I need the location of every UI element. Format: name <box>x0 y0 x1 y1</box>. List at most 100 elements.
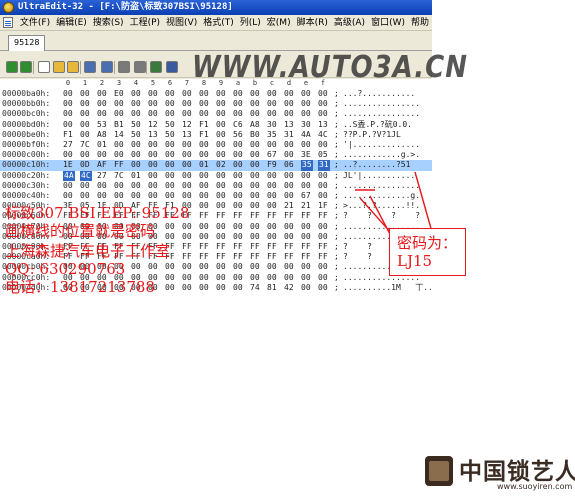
hex-byte[interactable]: 00 <box>199 99 209 109</box>
hex-byte[interactable]: 00 <box>131 262 141 272</box>
hex-byte[interactable]: 00 <box>216 109 226 119</box>
hex-byte[interactable]: FF <box>267 252 277 262</box>
new-file-icon[interactable] <box>38 61 50 73</box>
hex-byte[interactable]: 00 <box>182 150 192 160</box>
hex-byte[interactable]: 13 <box>182 130 192 140</box>
hex-byte[interactable]: 00 <box>131 109 141 119</box>
hex-byte[interactable]: 00 <box>216 222 226 232</box>
hex-byte[interactable]: 00 <box>267 232 277 242</box>
hex-byte[interactable]: 00 <box>182 171 192 181</box>
hex-byte[interactable]: 00 <box>233 89 243 99</box>
menu-item[interactable]: 高级(A) <box>331 16 368 30</box>
open-folder-icon[interactable] <box>67 61 79 73</box>
hex-byte[interactable]: 50 <box>131 130 141 140</box>
hex-byte[interactable]: 00 <box>250 160 260 170</box>
hex-byte[interactable]: 05 <box>318 150 328 160</box>
print-icon[interactable] <box>118 61 130 73</box>
hex-byte[interactable]: 00 <box>250 171 260 181</box>
hex-byte[interactable]: 00 <box>284 181 294 191</box>
hex-byte[interactable]: 74 <box>250 283 260 292</box>
hex-byte[interactable]: FF <box>284 252 294 262</box>
hex-byte[interactable]: 00 <box>318 262 328 272</box>
hex-byte[interactable]: 00 <box>63 181 73 191</box>
hex-byte[interactable]: 00 <box>216 150 226 160</box>
hex-byte[interactable]: 00 <box>216 201 226 211</box>
hex-byte[interactable]: 00 <box>148 140 158 150</box>
hex-byte[interactable]: 00 <box>233 99 243 109</box>
hex-byte[interactable]: 00 <box>267 273 277 283</box>
hex-byte[interactable]: 00 <box>148 262 158 272</box>
hex-byte[interactable]: 00 <box>284 150 294 160</box>
ascii-column[interactable]: ...?........... <box>343 89 415 99</box>
hex-row[interactable]: 00000bf0h: 27 7C 01 00 00 00 00 00 00 00 00 00 00 00 00… <box>0 140 432 150</box>
hex-byte[interactable]: 00 <box>148 181 158 191</box>
hex-byte[interactable]: E0 <box>114 89 124 99</box>
hex-byte[interactable]: 00 <box>148 99 158 109</box>
hex-byte[interactable]: 00 <box>131 160 141 170</box>
hex-row[interactable]: 00000ba0h: 00 00 00 E0 00 00 00 00 00 00 00 00 00 00 00… <box>0 89 432 99</box>
hex-byte[interactable]: 13 <box>318 120 328 130</box>
ascii-column[interactable]: ..S盉.P.?砊0.0. <box>343 120 412 130</box>
hex-view-icon[interactable] <box>150 61 162 73</box>
hex-byte[interactable]: 00 <box>216 262 226 272</box>
spell-check-icon[interactable] <box>166 61 178 73</box>
hex-byte[interactable]: 0D <box>80 160 90 170</box>
hex-byte[interactable]: 00 <box>250 222 260 232</box>
hex-row[interactable]: 00000c10h: 1E 0D AF FF 00 00 00 00 01 02 00 00 F9 06 35… <box>0 160 432 171</box>
hex-byte[interactable]: 00 <box>80 130 90 140</box>
open-folder-icon[interactable] <box>53 61 65 73</box>
hex-byte[interactable]: 00 <box>267 171 277 181</box>
menu-item[interactable]: 脚本(R) <box>294 16 331 30</box>
hex-byte[interactable]: FF <box>233 211 243 221</box>
hex-byte[interactable]: 00 <box>199 140 209 150</box>
hex-byte[interactable]: 00 <box>301 262 311 272</box>
hex-byte[interactable]: 00 <box>216 171 226 181</box>
hex-byte[interactable]: 00 <box>216 130 226 140</box>
hex-byte[interactable]: 00 <box>199 232 209 242</box>
hex-byte[interactable]: 00 <box>233 140 243 150</box>
hex-byte[interactable]: 06 <box>284 160 294 170</box>
hex-byte[interactable]: 00 <box>199 150 209 160</box>
hex-byte[interactable]: 00 <box>284 232 294 242</box>
ascii-column[interactable]: ..........1M 丅...... <box>343 283 432 292</box>
hex-byte[interactable]: 00 <box>318 109 328 119</box>
ascii-column[interactable]: ................ <box>343 99 420 109</box>
hex-byte[interactable]: 00 <box>284 273 294 283</box>
hex-byte[interactable]: FF <box>267 211 277 221</box>
hex-byte[interactable]: 00 <box>216 283 226 292</box>
hex-byte[interactable]: 00 <box>267 262 277 272</box>
hex-byte[interactable]: 00 <box>165 283 175 292</box>
hex-byte[interactable]: 12 <box>148 120 158 130</box>
hex-byte[interactable]: 00 <box>284 262 294 272</box>
hex-byte[interactable]: 00 <box>165 150 175 160</box>
hex-byte[interactable]: FF <box>233 252 243 262</box>
hex-byte[interactable]: 00 <box>165 89 175 99</box>
ascii-column[interactable]: ? ? ? ? <box>343 211 420 221</box>
hex-byte[interactable]: 00 <box>199 283 209 292</box>
hex-byte[interactable]: 00 <box>250 150 260 160</box>
hex-byte[interactable]: 00 <box>114 150 124 160</box>
hex-byte[interactable]: 67 <box>267 150 277 160</box>
hex-byte[interactable]: 00 <box>216 273 226 283</box>
hex-byte[interactable]: FF <box>284 242 294 252</box>
hex-byte[interactable]: 00 <box>233 181 243 191</box>
hex-byte[interactable]: 00 <box>63 120 73 130</box>
hex-byte[interactable]: 00 <box>63 150 73 160</box>
hex-byte[interactable]: FF <box>216 211 226 221</box>
hex-row[interactable]: 00000c40h: 00 00 00 00 00 00 00 00 00 00 00 00 00 00 67… <box>0 191 432 201</box>
hex-byte[interactable]: 00 <box>97 89 107 99</box>
hex-byte[interactable]: 00 <box>284 140 294 150</box>
hex-byte[interactable]: 00 <box>114 140 124 150</box>
hex-byte[interactable]: 00 <box>199 222 209 232</box>
save-icon[interactable] <box>84 61 96 73</box>
hex-byte[interactable]: 00 <box>284 191 294 201</box>
hex-byte[interactable]: 35 <box>267 130 277 140</box>
hex-byte[interactable]: 00 <box>182 191 192 201</box>
hex-byte[interactable]: 00 <box>114 181 124 191</box>
hex-byte[interactable]: 00 <box>250 109 260 119</box>
menu-item[interactable]: 窗口(W) <box>368 16 408 30</box>
hex-byte[interactable]: 00 <box>80 109 90 119</box>
hex-byte[interactable]: 00 <box>131 89 141 99</box>
save-all-icon[interactable] <box>101 61 113 73</box>
hex-byte[interactable]: 00 <box>216 181 226 191</box>
